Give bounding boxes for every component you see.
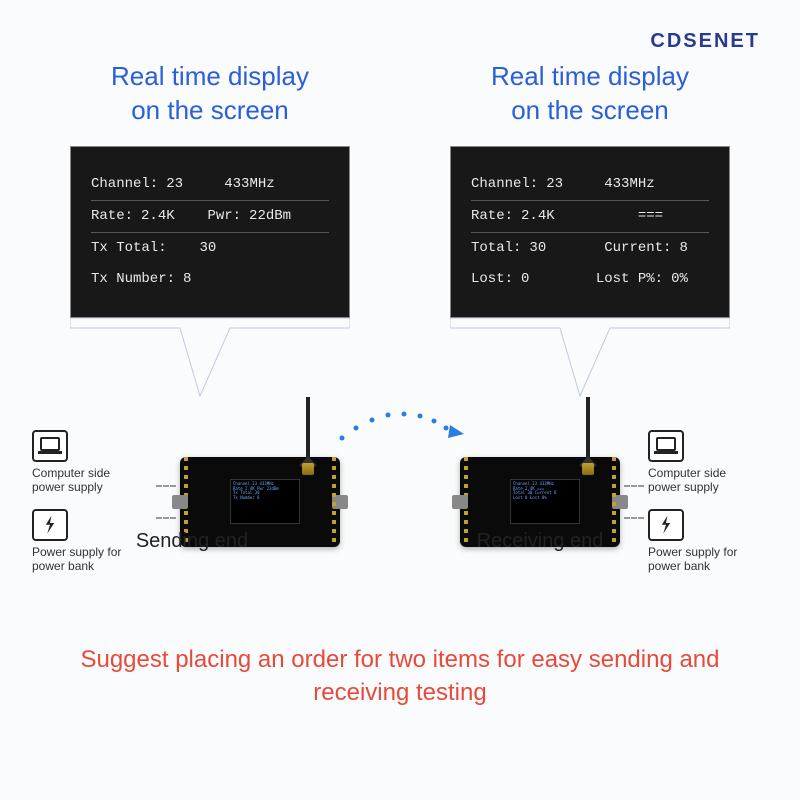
usb-port-icon: [172, 495, 188, 509]
sending-screen: Channel:23 433MHz Rate:2.4K Pwr:22dBm Tx…: [70, 146, 350, 318]
receiving-device: Channel 23 433MHzRate 2.4K ===Total 30 C…: [460, 430, 768, 574]
antenna-icon: [306, 397, 310, 467]
brand-logo: CDSENET: [650, 30, 760, 53]
usb-port-icon: [612, 495, 628, 509]
receiving-screen: Channel:23 433MHz Rate:2.4K === Total:30…: [450, 146, 730, 318]
display-panels: Real time display on the screen Channel:…: [0, 0, 800, 398]
power-bank-icon: [32, 509, 68, 541]
usb-port-icon: [452, 495, 468, 509]
antenna-icon: [586, 397, 590, 467]
receiving-power-labels: Computer side power supply Power supply …: [648, 430, 768, 574]
receiving-panel: Real time display on the screen Channel:…: [440, 60, 740, 398]
callout-pointer-icon: [70, 318, 350, 398]
laptop-icon: [648, 430, 684, 462]
sending-caption: Sending end: [92, 530, 292, 553]
sending-title: Real time display on the screen: [111, 60, 309, 128]
callout-pointer-icon: [450, 318, 730, 398]
sending-device: Computer side power supply Power supply …: [32, 430, 340, 574]
sending-panel: Real time display on the screen Channel:…: [60, 60, 360, 398]
power-bank-icon: [648, 509, 684, 541]
usb-port-icon: [332, 495, 348, 509]
receiving-title: Real time display on the screen: [491, 60, 689, 128]
device-row: Computer side power supply Power supply …: [0, 430, 800, 574]
receiving-caption: Receiving end: [440, 530, 640, 553]
suggestion-text: Suggest placing an order for two items f…: [0, 643, 800, 710]
laptop-icon: [32, 430, 68, 462]
